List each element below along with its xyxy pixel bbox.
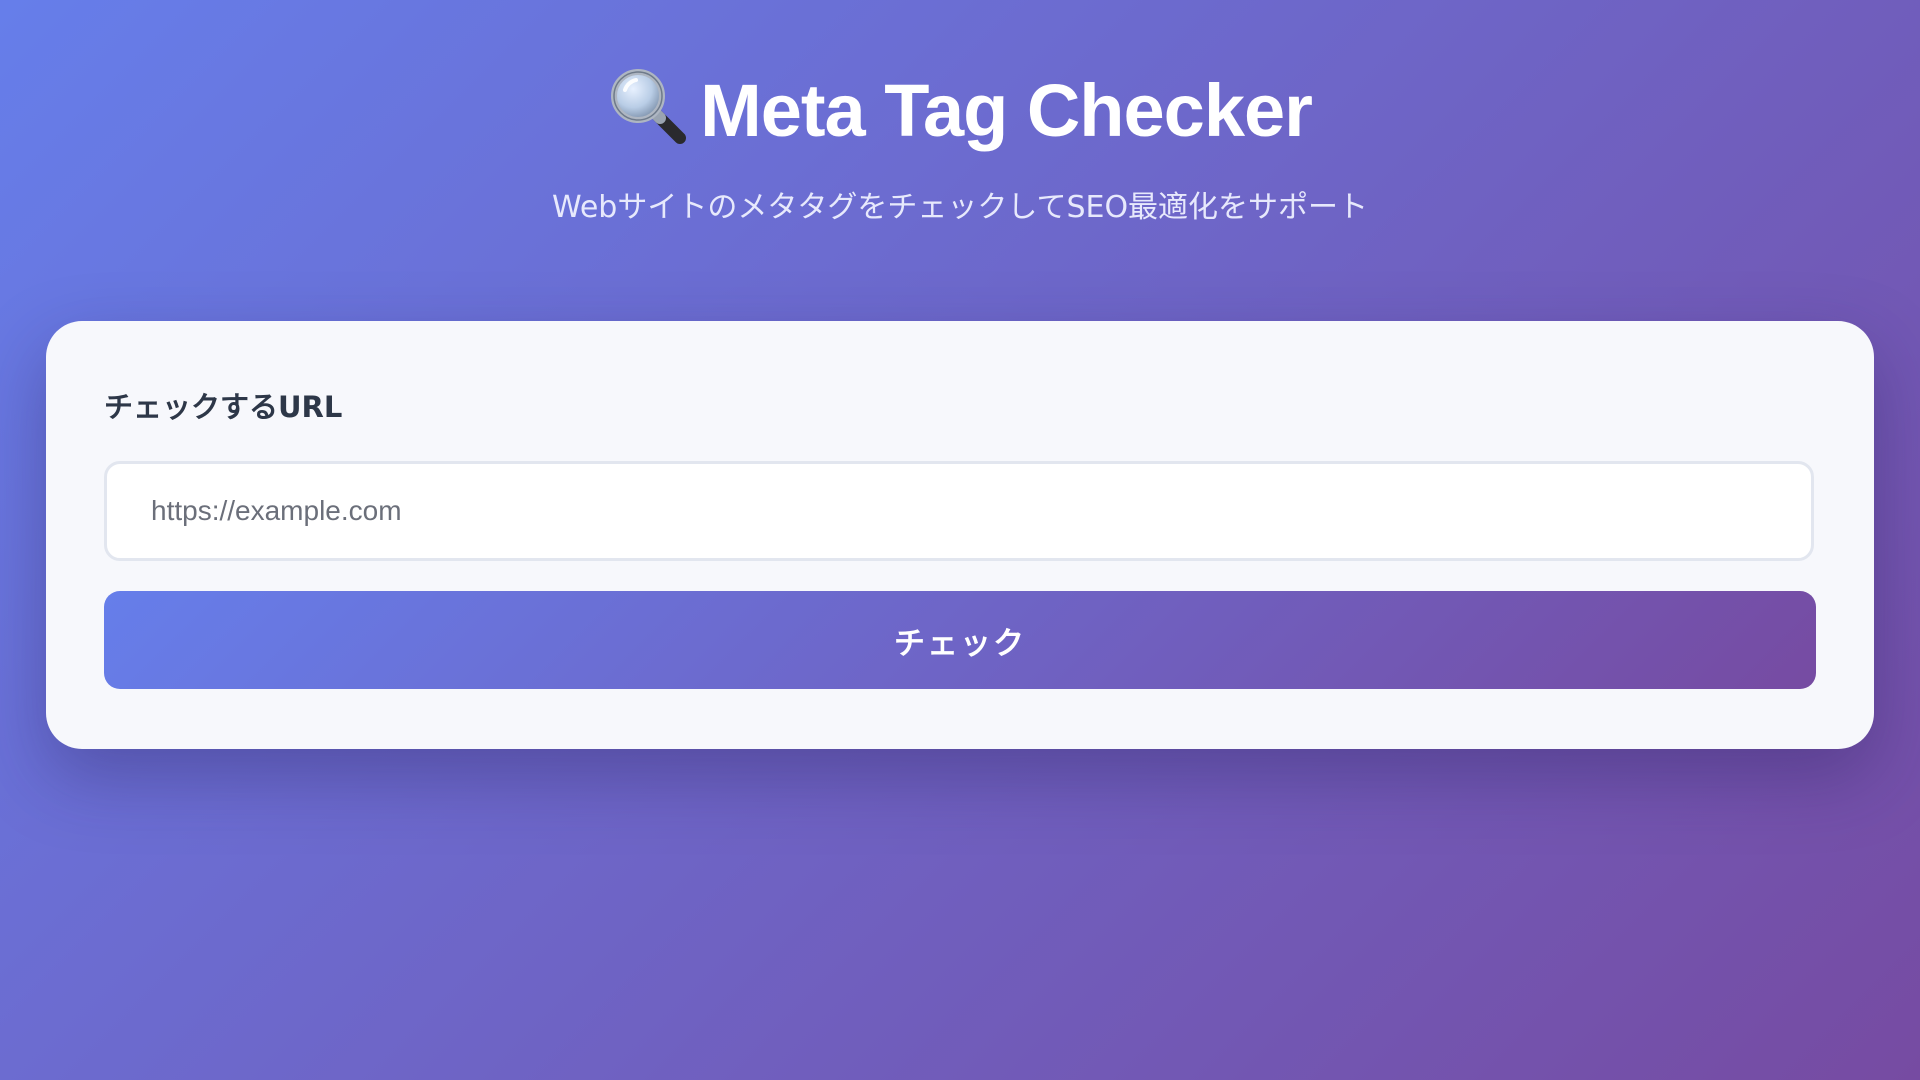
- url-field-label: チェックするURL: [104, 390, 343, 424]
- url-check-card: チェックするURL チェック: [46, 321, 1874, 749]
- magnifying-glass-icon: [608, 66, 688, 146]
- page-subtitle: WebサイトのメタタグをチェックしてSEO最適化をサポート: [551, 190, 1369, 225]
- url-input[interactable]: [104, 461, 1814, 561]
- check-button[interactable]: チェック: [104, 591, 1816, 689]
- page-title: Meta Tag Checker: [0, 66, 1920, 156]
- page-title-text: Meta Tag Checker: [700, 69, 1313, 152]
